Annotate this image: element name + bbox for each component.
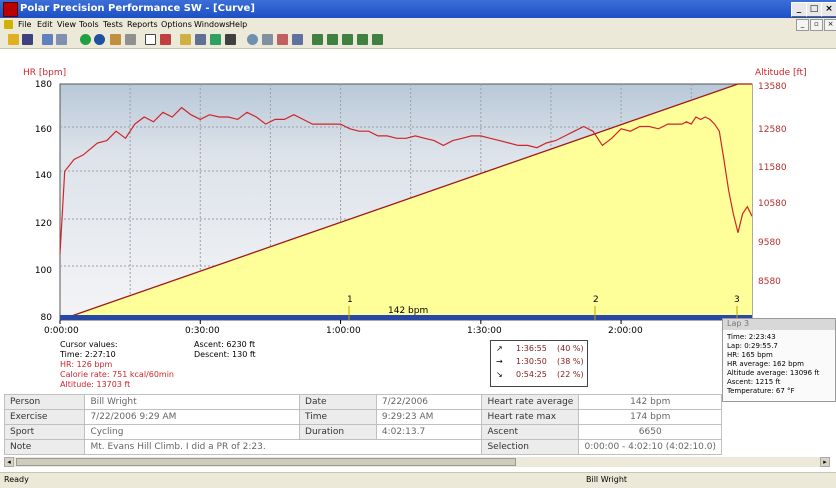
table-cell: Duration [299, 424, 377, 440]
time-tick: 0:00:00 [44, 326, 79, 336]
table-cell[interactable]: 0:00:00 - 4:02:10 (4:02:10.0) [578, 439, 722, 455]
cursor-values-header: Cursor values: [60, 340, 118, 349]
trend-down-icon: ↘ [496, 370, 503, 379]
exercise-info-table: Person Bill Wright Date 7/22/2006 Heart … [3, 394, 722, 455]
cursor-time: Time: 2:27:10 [60, 350, 116, 359]
table-cell[interactable]: 174 bpm [578, 409, 722, 425]
status-bar: Ready Bill Wright [0, 472, 836, 488]
tooltip-line: HR: 165 bpm [727, 351, 773, 359]
lap-tooltip: Lap 3 Time: 2:23:43 Lap: 0:29:55.7 HR: 1… [722, 318, 836, 402]
trend-up-icon: ↗ [496, 344, 503, 353]
table-cell[interactable]: 142 bpm [578, 394, 722, 410]
trend-down-pct: (22 %) [557, 370, 584, 379]
table-cell: Sport [3, 424, 86, 440]
status-text: Ready [4, 475, 29, 484]
tooltip-line: Temperature: 67 °F [727, 387, 795, 395]
x-ticks [59, 320, 622, 324]
trend-down-time: 0:54:25 [516, 370, 547, 379]
time-tick: 1:00:00 [326, 326, 361, 336]
table-cell[interactable]: Bill Wright [84, 394, 301, 410]
hr-average-label: 142 bpm [388, 306, 429, 316]
lap-label: 3 [734, 295, 740, 305]
ascent-descent: Ascent: 6230 ft Descent: 130 ft [194, 340, 256, 360]
table-cell: Ascent [481, 424, 580, 440]
table-cell[interactable]: Cycling [84, 424, 301, 440]
scroll-thumb[interactable] [16, 458, 516, 466]
table-cell: Date [299, 394, 377, 410]
table-row: Sport Cycling Duration 4:02:13.7 Ascent … [3, 424, 722, 440]
cursor-ascent: Ascent: 6230 ft [194, 340, 256, 349]
tooltip-line: Ascent: 1215 ft [727, 378, 781, 386]
note-cell[interactable]: Mt. Evans Hill Climb. I did a PR of 2:23… [84, 439, 483, 455]
trend-zones-box: ↗ 1:36:55 (40 %) → 1:30:50 (38 %) ↘ 0:54… [490, 340, 588, 387]
tooltip-line: Time: 2:23:43 [727, 333, 776, 341]
table-cell: Note [3, 439, 86, 455]
table-cell: Selection [481, 439, 580, 455]
time-tick: 0:30:00 [185, 326, 220, 336]
tooltip-title: Lap 3 [723, 319, 835, 330]
table-cell[interactable]: 9:29:23 AM [375, 409, 483, 425]
trend-down-row: ↘ 0:54:25 (22 %) [491, 370, 587, 383]
table-cell[interactable]: 7/22/2006 9:29 AM [84, 409, 301, 425]
table-cell: Heart rate average [481, 394, 580, 410]
scroll-right-icon[interactable]: ▸ [820, 457, 830, 467]
table-row: Note Mt. Evans Hill Climb. I did a PR of… [3, 439, 722, 455]
table-cell[interactable]: 4:02:13.7 [375, 424, 483, 440]
time-tick: 2:00:00 [608, 326, 643, 336]
cursor-values: Cursor values: Time: 2:27:10 HR: 126 bpm… [60, 340, 174, 390]
table-cell: Person [3, 394, 86, 410]
horizontal-scrollbar[interactable]: ◂ ▸ [4, 457, 830, 467]
time-tick: 1:30:00 [467, 326, 502, 336]
trend-flat-time: 1:30:50 [516, 357, 547, 366]
tooltip-line: Altitude average: 13096 ft [727, 369, 820, 377]
cursor-altitude: Altitude: 13703 ft [60, 380, 131, 389]
table-cell[interactable]: 6650 [578, 424, 722, 440]
table-cell: Time [299, 409, 377, 425]
trend-flat-icon: → [496, 357, 503, 366]
lap-label: 1 [347, 295, 353, 305]
trend-up-pct: (40 %) [557, 344, 584, 353]
cursor-calorie: Calorie rate: 751 kcal/60min [60, 370, 174, 379]
cursor-descent: Descent: 130 ft [194, 350, 256, 359]
trend-up-row: ↗ 1:36:55 (40 %) [491, 344, 587, 357]
table-cell: Exercise [3, 409, 86, 425]
trend-up-time: 1:36:55 [516, 344, 547, 353]
table-row: Person Bill Wright Date 7/22/2006 Heart … [3, 394, 722, 410]
tooltip-line: Lap: 0:29:55.7 [727, 342, 778, 350]
lap-label: 2 [593, 295, 599, 305]
status-user: Bill Wright [586, 475, 628, 484]
table-row: Exercise 7/22/2006 9:29 AM Time 9:29:23 … [3, 409, 722, 425]
trend-flat-pct: (38 %) [557, 357, 584, 366]
tooltip-line: HR average: 162 bpm [727, 360, 804, 368]
cursor-hr: HR: 126 bpm [60, 360, 113, 369]
scroll-left-icon[interactable]: ◂ [4, 457, 14, 467]
trend-flat-row: → 1:30:50 (38 %) [491, 357, 587, 370]
table-cell: Heart rate max [481, 409, 580, 425]
table-cell[interactable]: 7/22/2006 [375, 394, 483, 410]
